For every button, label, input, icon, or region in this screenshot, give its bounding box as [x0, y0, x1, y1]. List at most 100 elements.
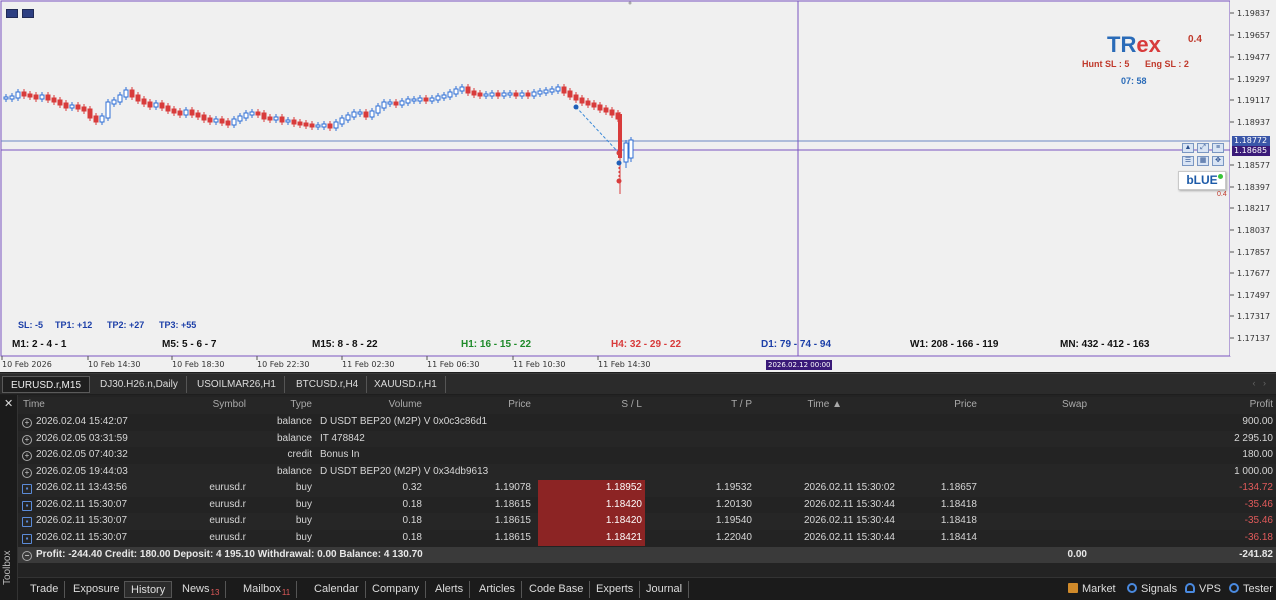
col-time[interactable]: Time: [23, 397, 45, 414]
col-volume[interactable]: Volume: [318, 397, 422, 414]
tab-calendar[interactable]: Calendar: [308, 581, 366, 598]
col-profit[interactable]: Profit: [1093, 397, 1273, 414]
expand-icon[interactable]: +: [22, 467, 32, 478]
deal-doc-icon[interactable]: ▪: [22, 500, 32, 511]
price-axis-label: 1.17677: [1237, 269, 1270, 278]
close-icon[interactable]: ✕: [4, 397, 13, 410]
candle: [237, 115, 243, 122]
expand-icon[interactable]: +: [22, 451, 32, 461]
tab-journal[interactable]: Journal: [640, 581, 690, 598]
row-comment: Bonus In: [320, 449, 360, 460]
chart-tab-dj30[interactable]: DJ30.H26.n,Daily: [92, 376, 187, 393]
candle: [243, 112, 249, 119]
price-chart[interactable]: 1.19837 1.19657 1.19477 1.19297 1.19117 1.189…: [0, 0, 1276, 372]
tab-trade[interactable]: Trade: [24, 581, 66, 598]
row-profit: -35.46: [1244, 515, 1273, 526]
col-tp[interactable]: T / P: [646, 397, 752, 414]
tester-button[interactable]: Tester: [1229, 583, 1273, 595]
arrow-up-icon[interactable]: ▲: [1182, 143, 1194, 153]
tab-articles[interactable]: Articles: [473, 581, 523, 598]
candle: [45, 94, 51, 101]
col-price2[interactable]: Price: [873, 397, 977, 414]
candle: [543, 89, 549, 94]
news-count-badge: 13: [210, 588, 220, 597]
col-swap[interactable]: Swap: [983, 397, 1087, 414]
table-row[interactable]: ▪ 2026.02.11 15:30:07 eurusd.r buy 0.18 1.186…: [18, 513, 1276, 530]
one-click-trading-icon[interactable]: [6, 9, 18, 18]
table-row[interactable]: ▪ 2026.02.11 15:30:07 eurusd.r buy 0.18 1.186…: [18, 529, 1276, 547]
candle: [423, 97, 429, 102]
candle: [555, 86, 561, 92]
list-icon[interactable]: ☰: [1182, 156, 1194, 166]
tab-code-base[interactable]: Code Base: [523, 581, 591, 598]
toolbox-label[interactable]: Toolbox: [2, 551, 13, 585]
time-axis-label: 10 Feb 22:30: [257, 360, 309, 369]
deal-doc-icon[interactable]: ▪: [22, 533, 32, 544]
tester-icon: [1229, 583, 1239, 593]
candle: [537, 90, 543, 95]
table-header: Time Symbol Type Volume Price S / L T / …: [18, 397, 1276, 414]
chart-tab-usoil[interactable]: USOILMAR26,H1: [189, 376, 285, 393]
price-axis-label: 1.19477: [1237, 53, 1270, 62]
tp2-level-label: TP2: +27: [107, 320, 145, 330]
chart-properties-icon[interactable]: [22, 9, 34, 18]
row-price: 1.18615: [494, 515, 531, 526]
candle: [447, 91, 453, 98]
col-symbol[interactable]: Symbol: [168, 397, 246, 414]
history-table: Time Symbol Type Volume Price S / L T / …: [0, 395, 1276, 577]
candle: [567, 90, 573, 98]
expand-icon[interactable]: +: [22, 418, 32, 428]
tab-scroll-arrows[interactable]: ‹ ›: [1253, 378, 1267, 388]
tab-exposure[interactable]: Exposure: [67, 581, 127, 598]
tab-history[interactable]: History: [124, 581, 173, 598]
crosshair-date-tag: 2026.02.12 00:00: [766, 360, 833, 370]
tab-alerts[interactable]: Alerts: [429, 581, 471, 598]
chart-tab-xauusd[interactable]: XAUUSD.r,H1: [366, 376, 446, 393]
candle: [597, 104, 603, 111]
signals-button[interactable]: Signals: [1127, 583, 1177, 595]
chart-tab-eurusd[interactable]: EURUSD.r,M15: [2, 376, 91, 393]
tab-experts[interactable]: Experts: [590, 581, 641, 598]
top-marker: [628, 1, 632, 5]
table-row[interactable]: ▪ 2026.02.11 15:30:07 eurusd.r buy 0.18 1.186…: [18, 496, 1276, 513]
candle: [549, 88, 555, 93]
candle: [105, 101, 111, 119]
row-time: ▪ 2026.02.11 15:30:07: [22, 530, 127, 547]
tab-news[interactable]: News13: [176, 581, 227, 598]
table-row[interactable]: +2026.02.05 03:31:59 balance IT 478842 2…: [18, 430, 1276, 447]
row-profit: 180.00: [1242, 449, 1273, 460]
row-tp: 1.19532: [715, 482, 752, 493]
deal-doc-icon[interactable]: ▪: [22, 517, 32, 527]
col-price[interactable]: Price: [426, 397, 531, 414]
tab-mailbox[interactable]: Mailbox11: [237, 581, 298, 598]
candle: [333, 121, 339, 129]
row-type: buy: [295, 498, 312, 510]
row-sl: 1.18420: [538, 513, 645, 530]
collapse-icon[interactable]: −: [22, 551, 32, 561]
tf-mn: MN: 432 - 412 - 163: [1060, 339, 1150, 350]
table-row[interactable]: +2026.02.05 19:44:03 balance D USDT BEP2…: [18, 463, 1276, 480]
blue-button[interactable]: bLUE: [1178, 171, 1226, 190]
price-axis-label: 1.17857: [1237, 248, 1270, 257]
deal-doc-icon[interactable]: ▪: [22, 484, 32, 494]
table-row[interactable]: +2026.02.05 07:40:32 credit Bonus In 180…: [18, 447, 1276, 464]
candle: [93, 115, 99, 123]
market-button[interactable]: Market: [1068, 583, 1116, 595]
tab-company[interactable]: Company: [366, 581, 427, 598]
chart-canvas[interactable]: 1.19837 1.19657 1.19477 1.19297 1.19117 1.189…: [0, 0, 1276, 372]
row-profit: 2 295.10: [1234, 432, 1273, 444]
candle: [585, 100, 591, 106]
col-time2[interactable]: Time ▲: [758, 397, 842, 414]
move-icon[interactable]: ✥: [1212, 156, 1224, 166]
resize-icon[interactable]: ⤢: [1197, 143, 1209, 153]
col-type[interactable]: Type: [250, 397, 312, 414]
chart-tab-btcusd[interactable]: BTCUSD.r,H4: [288, 376, 368, 393]
table-row[interactable]: ▪ 2026.02.11 13:43:56 eurusd.r buy 0.32 1.190…: [18, 480, 1276, 497]
grid-icon[interactable]: ▦: [1197, 156, 1209, 166]
settings-icon[interactable]: ≡: [1212, 143, 1224, 153]
col-sl[interactable]: S / L: [538, 397, 642, 414]
time-axis-label: 11 Feb 06:30: [427, 360, 479, 369]
expand-icon[interactable]: +: [22, 434, 32, 445]
vps-button[interactable]: VPS: [1185, 583, 1221, 595]
table-row[interactable]: +2026.02.04 15:42:07 balance D USDT BEP2…: [18, 414, 1276, 431]
